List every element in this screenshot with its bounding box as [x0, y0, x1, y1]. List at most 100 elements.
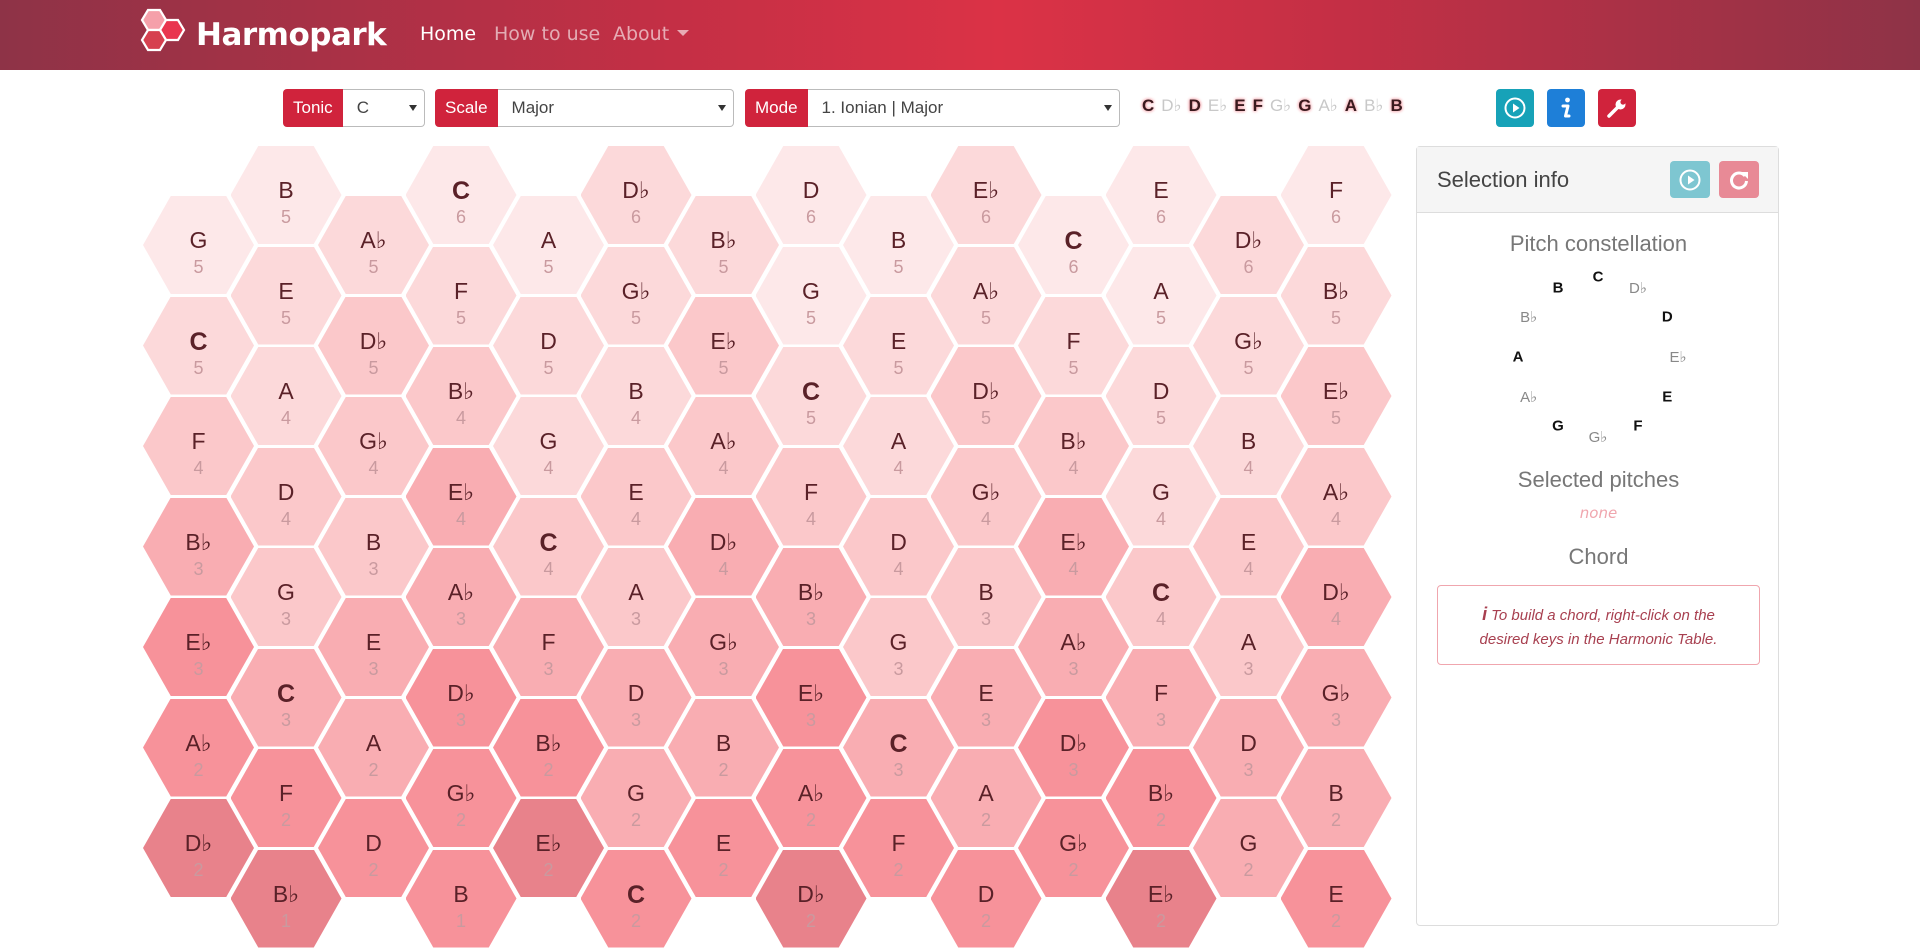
- hex-key[interactable]: B♭ 1: [230, 849, 342, 948]
- hex-key[interactable]: G♭ 3: [668, 598, 779, 696]
- hex-key[interactable]: G♭ 2: [1018, 799, 1129, 897]
- play-scale-button[interactable]: [1496, 89, 1534, 127]
- hex-key[interactable]: D♭ 2: [755, 849, 867, 948]
- hex-key[interactable]: C5: [755, 347, 867, 445]
- hex-key[interactable]: A♭ 4: [668, 397, 779, 495]
- hex-key[interactable]: B3: [318, 497, 429, 596]
- hex-key[interactable]: D2: [930, 849, 1042, 948]
- hex-key[interactable]: A4: [230, 347, 342, 445]
- hex-key[interactable]: G4: [1105, 447, 1217, 546]
- hex-key[interactable]: A♭ 5: [318, 196, 429, 294]
- hex-key[interactable]: E♭ 4: [405, 447, 517, 546]
- hex-key[interactable]: D2: [318, 799, 429, 897]
- hex-key[interactable]: E6: [1105, 146, 1217, 244]
- hex-key[interactable]: A5: [493, 196, 604, 294]
- hex-key[interactable]: D♭ 5: [930, 347, 1042, 445]
- hex-key[interactable]: G♭ 3: [1280, 648, 1392, 747]
- hex-key[interactable]: C3: [843, 698, 954, 797]
- hex-key[interactable]: F3: [1105, 648, 1217, 747]
- scale-select[interactable]: Major: [497, 89, 734, 127]
- hex-key[interactable]: C6: [1018, 196, 1129, 294]
- hex-key[interactable]: C6: [405, 146, 517, 244]
- hex-key[interactable]: G2: [1193, 799, 1304, 897]
- hex-key[interactable]: G3: [843, 598, 954, 696]
- hex-key[interactable]: D♭ 2: [143, 799, 254, 897]
- hex-key[interactable]: F2: [230, 749, 342, 847]
- hex-key[interactable]: B♭ 2: [1105, 749, 1217, 847]
- hex-key[interactable]: D5: [1105, 347, 1217, 445]
- hex-key[interactable]: E3: [318, 598, 429, 696]
- hex-key[interactable]: E♭ 4: [1018, 497, 1129, 596]
- hex-key[interactable]: B♭ 4: [1018, 397, 1129, 495]
- play-selection-button[interactable]: [1670, 161, 1710, 198]
- hex-key[interactable]: D♭ 5: [318, 296, 429, 395]
- hex-key[interactable]: F6: [1280, 146, 1392, 244]
- hex-key[interactable]: B5: [843, 196, 954, 294]
- hex-key[interactable]: B4: [580, 347, 692, 445]
- hex-key[interactable]: B3: [930, 548, 1042, 646]
- hex-key[interactable]: B5: [230, 146, 342, 244]
- hex-key[interactable]: C3: [230, 648, 342, 747]
- hex-key[interactable]: F4: [143, 397, 254, 495]
- hex-key[interactable]: D♭ 6: [1193, 196, 1304, 294]
- hex-key[interactable]: A4: [843, 397, 954, 495]
- nav-how-to-use[interactable]: How to use: [494, 23, 600, 45]
- hex-key[interactable]: G♭ 4: [930, 447, 1042, 546]
- hex-key[interactable]: B♭ 3: [143, 497, 254, 596]
- hex-key[interactable]: F5: [405, 246, 517, 345]
- mode-select[interactable]: 1. Ionian | Major: [807, 89, 1120, 127]
- hex-key[interactable]: C5: [143, 296, 254, 395]
- hex-key[interactable]: E♭ 2: [493, 799, 604, 897]
- hex-key[interactable]: E♭ 3: [755, 648, 867, 747]
- hex-key[interactable]: E5: [843, 296, 954, 395]
- hex-key[interactable]: D♭ 6: [580, 146, 692, 244]
- hex-key[interactable]: F4: [755, 447, 867, 546]
- hex-key[interactable]: E♭ 3: [143, 598, 254, 696]
- hex-key[interactable]: D4: [843, 497, 954, 596]
- hex-key[interactable]: D♭ 3: [405, 648, 517, 747]
- hex-key[interactable]: B4: [1193, 397, 1304, 495]
- hex-key[interactable]: B♭ 4: [405, 347, 517, 445]
- hex-key[interactable]: E♭ 5: [1280, 347, 1392, 445]
- hex-key[interactable]: F5: [1018, 296, 1129, 395]
- hex-key[interactable]: G5: [143, 196, 254, 294]
- hex-key[interactable]: F2: [843, 799, 954, 897]
- hex-key[interactable]: D4: [230, 447, 342, 546]
- hex-key[interactable]: E4: [580, 447, 692, 546]
- hex-key[interactable]: B♭ 2: [493, 698, 604, 797]
- hex-key[interactable]: A♭ 2: [755, 749, 867, 847]
- hex-key[interactable]: D5: [493, 296, 604, 395]
- nav-about-dropdown[interactable]: About: [613, 23, 690, 45]
- hex-key[interactable]: D♭ 4: [668, 497, 779, 596]
- hex-key[interactable]: A♭ 5: [930, 246, 1042, 345]
- hex-key[interactable]: E♭ 6: [930, 146, 1042, 244]
- hex-key[interactable]: D3: [580, 648, 692, 747]
- hex-key[interactable]: E2: [668, 799, 779, 897]
- hex-key[interactable]: B2: [1280, 749, 1392, 847]
- hex-key[interactable]: G♭ 5: [1193, 296, 1304, 395]
- hex-key[interactable]: G3: [230, 548, 342, 646]
- hex-key[interactable]: G♭ 5: [580, 246, 692, 345]
- hex-key[interactable]: G♭ 4: [318, 397, 429, 495]
- hex-key[interactable]: D♭ 3: [1018, 698, 1129, 797]
- hex-key[interactable]: E2: [1280, 849, 1392, 948]
- brand[interactable]: Harmopark: [140, 8, 387, 62]
- hex-key[interactable]: E♭ 2: [1105, 849, 1217, 948]
- hex-key[interactable]: F3: [493, 598, 604, 696]
- hex-key[interactable]: C4: [493, 497, 604, 596]
- hex-key[interactable]: B♭ 3: [755, 548, 867, 646]
- tonic-select[interactable]: C: [342, 89, 425, 127]
- hex-key[interactable]: B♭ 5: [668, 196, 779, 294]
- hex-key[interactable]: A3: [1193, 598, 1304, 696]
- hex-key[interactable]: A♭ 3: [1018, 598, 1129, 696]
- hex-key[interactable]: A2: [930, 749, 1042, 847]
- hex-key[interactable]: D3: [1193, 698, 1304, 797]
- hex-key[interactable]: A3: [580, 548, 692, 646]
- hex-key[interactable]: E5: [230, 246, 342, 345]
- hex-key[interactable]: B2: [668, 698, 779, 797]
- hex-key[interactable]: E4: [1193, 497, 1304, 596]
- hex-key[interactable]: A♭ 4: [1280, 447, 1392, 546]
- hex-key[interactable]: G4: [493, 397, 604, 495]
- hex-key[interactable]: A2: [318, 698, 429, 797]
- hex-key[interactable]: D6: [755, 146, 867, 244]
